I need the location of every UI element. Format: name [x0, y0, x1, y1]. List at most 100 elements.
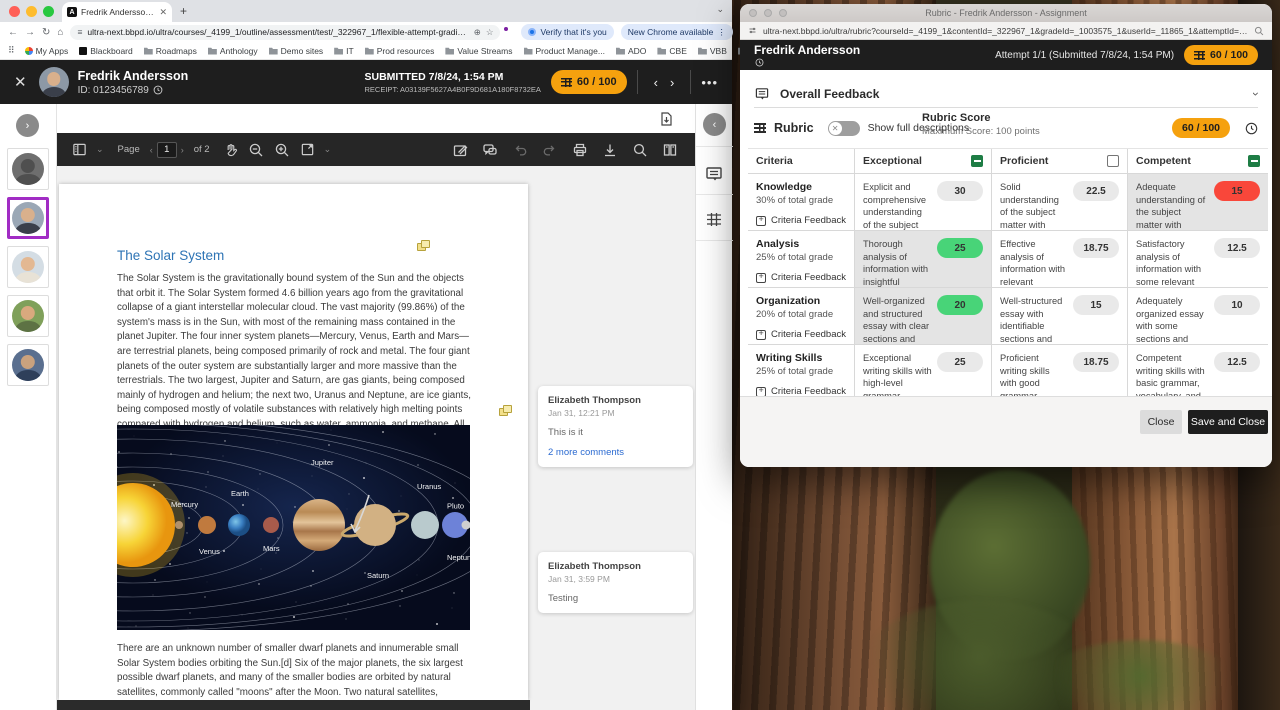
bookmark-item[interactable]: CBE — [657, 46, 686, 56]
level-points-pill[interactable]: 15 — [1073, 295, 1119, 315]
bookmark-item[interactable]: Anthology — [208, 46, 258, 56]
comment-marker-icon[interactable] — [417, 240, 430, 251]
browser-tab[interactable]: A Fredrik Andersson | Assignme ✕ — [62, 2, 172, 22]
download-submission-icon[interactable] — [660, 112, 673, 126]
comment-card[interactable]: Elizabeth Thompson Jan 31, 12:21 PM This… — [538, 386, 693, 467]
bookmark-item[interactable]: Product Manage... — [524, 46, 605, 56]
previous-page-icon[interactable]: ‹ — [150, 145, 153, 155]
student-list-item[interactable] — [7, 148, 49, 190]
rubric-level-cell[interactable]: Competent writing skills with basic gram… — [1128, 345, 1268, 401]
next-page-icon[interactable]: › — [181, 145, 184, 155]
level-points-pill[interactable]: 25 — [937, 238, 983, 258]
bookmark-star-icon[interactable]: ☆ — [486, 27, 494, 38]
reload-icon[interactable]: ↻ — [42, 27, 50, 38]
forward-icon[interactable]: → — [25, 27, 35, 38]
column-checkbox[interactable] — [1248, 155, 1260, 167]
annotate-icon[interactable] — [452, 142, 468, 158]
student-list-item[interactable] — [7, 197, 49, 239]
print-icon[interactable] — [572, 142, 588, 158]
chevron-down-icon[interactable]: › — [1249, 92, 1263, 96]
page-number-input[interactable] — [157, 142, 177, 158]
verify-identity-chip[interactable]: Verify that it's you — [521, 24, 613, 40]
site-settings-icon[interactable]: ≡ — [77, 27, 82, 37]
rubric-level-cell[interactable]: Effective analysis of information with r… — [992, 231, 1128, 287]
popup-url-text[interactable]: ultra-next.bbpd.io/ultra/rubric?courseId… — [763, 26, 1248, 36]
level-points-pill[interactable]: 18.75 — [1073, 238, 1119, 258]
save-and-close-button[interactable]: Save and Close — [1188, 410, 1268, 434]
download-icon[interactable] — [602, 142, 618, 158]
level-points-pill[interactable]: 22.5 — [1073, 181, 1119, 201]
bookmark-item[interactable]: Value Streams — [445, 46, 512, 56]
level-points-pill[interactable]: 10 — [1214, 295, 1260, 315]
bookmark-item[interactable]: IT — [334, 46, 354, 56]
level-points-pill[interactable]: 20 — [937, 295, 983, 315]
thumbnails-panel-icon[interactable] — [72, 142, 87, 157]
chevron-down-icon[interactable]: ⌄ — [96, 144, 104, 155]
pages-icon[interactable] — [662, 142, 678, 158]
comment-card[interactable]: Elizabeth Thompson Jan 31, 3:59 PM Testi… — [538, 552, 693, 613]
minimize-window-button[interactable] — [26, 6, 37, 17]
level-points-pill[interactable]: 25 — [937, 352, 983, 372]
chevron-down-icon[interactable]: ⌄ — [324, 144, 332, 155]
search-icon[interactable] — [1254, 26, 1264, 36]
tab-close-icon[interactable]: ✕ — [159, 7, 167, 18]
level-points-pill[interactable]: 18.75 — [1073, 352, 1119, 372]
kebab-menu-icon[interactable]: ⋮ — [717, 27, 726, 38]
more-comments-link[interactable]: 2 more comments — [548, 447, 683, 458]
tab-search-chevron-icon[interactable]: ⌄ — [716, 4, 724, 15]
next-student-icon[interactable]: › — [664, 75, 680, 90]
grade-history-clock-icon[interactable] — [1245, 122, 1258, 135]
level-points-pill[interactable]: 12.5 — [1214, 238, 1260, 258]
rubric-level-cell[interactable]: Explicit and comprehensive understanding… — [855, 174, 992, 230]
rubric-level-cell[interactable]: Well-structured essay with identifiable … — [992, 288, 1128, 344]
bookmark-item[interactable]: Blackboard — [79, 46, 133, 56]
rubric-level-cell[interactable]: Adequately organized essay with some sec… — [1128, 288, 1268, 344]
zoom-in-icon[interactable] — [274, 142, 290, 158]
close-button[interactable]: Close — [1140, 410, 1182, 434]
column-checkbox[interactable] — [1107, 155, 1119, 167]
student-list-item[interactable] — [7, 344, 49, 386]
chrome-update-chip[interactable]: New Chrome available ⋮ — [621, 24, 733, 40]
bookmark-item[interactable]: Prod resources — [365, 46, 435, 56]
feedback-panel-icon[interactable] — [704, 164, 724, 184]
level-points-pill[interactable]: 30 — [937, 181, 983, 201]
grade-pill-button[interactable]: 60 / 100 — [551, 70, 627, 94]
hand-tool-icon[interactable] — [223, 142, 238, 157]
bookmark-item[interactable]: VBB — [698, 46, 727, 56]
rubric-level-cell[interactable]: Proficient writing skills with good gram… — [992, 345, 1128, 401]
criteria-feedback-button[interactable]: Criteria Feedback — [756, 272, 846, 283]
level-points-pill[interactable]: 15 — [1214, 181, 1260, 201]
new-tab-button[interactable]: + — [180, 4, 187, 18]
history-clock-icon[interactable] — [755, 58, 764, 67]
column-checkbox[interactable] — [971, 155, 983, 167]
student-list-item[interactable] — [7, 295, 49, 337]
bookmark-item[interactable]: Roadmaps — [144, 46, 197, 56]
search-icon[interactable] — [632, 142, 648, 158]
document-viewport[interactable]: The Solar System The Solar System is the… — [57, 166, 695, 710]
bookmark-item[interactable]: ADO — [616, 46, 646, 56]
zoom-out-icon[interactable] — [248, 142, 264, 158]
rubric-score-pill[interactable]: 60 / 100 — [1172, 118, 1230, 138]
grade-pill-button[interactable]: 60 / 100 — [1184, 45, 1258, 65]
collapse-panel-icon[interactable]: ‹ — [703, 113, 726, 136]
comments-icon[interactable] — [482, 142, 498, 158]
show-descriptions-toggle[interactable]: ✕ — [828, 121, 860, 136]
bookmark-item[interactable]: My Apps — [25, 46, 69, 56]
close-window-button[interactable] — [9, 6, 20, 17]
overall-feedback-section[interactable]: Overall Feedback › — [754, 80, 1258, 108]
previous-student-icon[interactable]: ‹ — [648, 75, 664, 90]
rubric-level-cell[interactable]: Thorough analysis of information with in… — [855, 231, 992, 287]
criteria-feedback-button[interactable]: Criteria Feedback — [756, 215, 846, 226]
site-settings-icon[interactable] — [748, 26, 757, 35]
rubric-level-cell[interactable]: Well-organized and structured essay with… — [855, 288, 992, 344]
level-points-pill[interactable]: 12.5 — [1214, 352, 1260, 372]
expand-sidebar-icon[interactable]: › — [16, 114, 39, 137]
rubric-level-cell[interactable]: Adequate understanding of the subject ma… — [1128, 174, 1268, 230]
rubric-level-cell[interactable]: Satisfactory analysis of information wit… — [1128, 231, 1268, 287]
rubric-level-cell[interactable]: Exceptional writing skills with high-lev… — [855, 345, 992, 401]
close-grader-icon[interactable]: ✕ — [14, 73, 27, 91]
fit-page-icon[interactable] — [300, 142, 315, 157]
student-list-item[interactable] — [7, 246, 49, 288]
url-omnibox[interactable]: ≡ ultra-next.bbpd.io/ultra/courses/_4199… — [70, 25, 500, 40]
comment-marker-icon[interactable] — [499, 405, 512, 416]
